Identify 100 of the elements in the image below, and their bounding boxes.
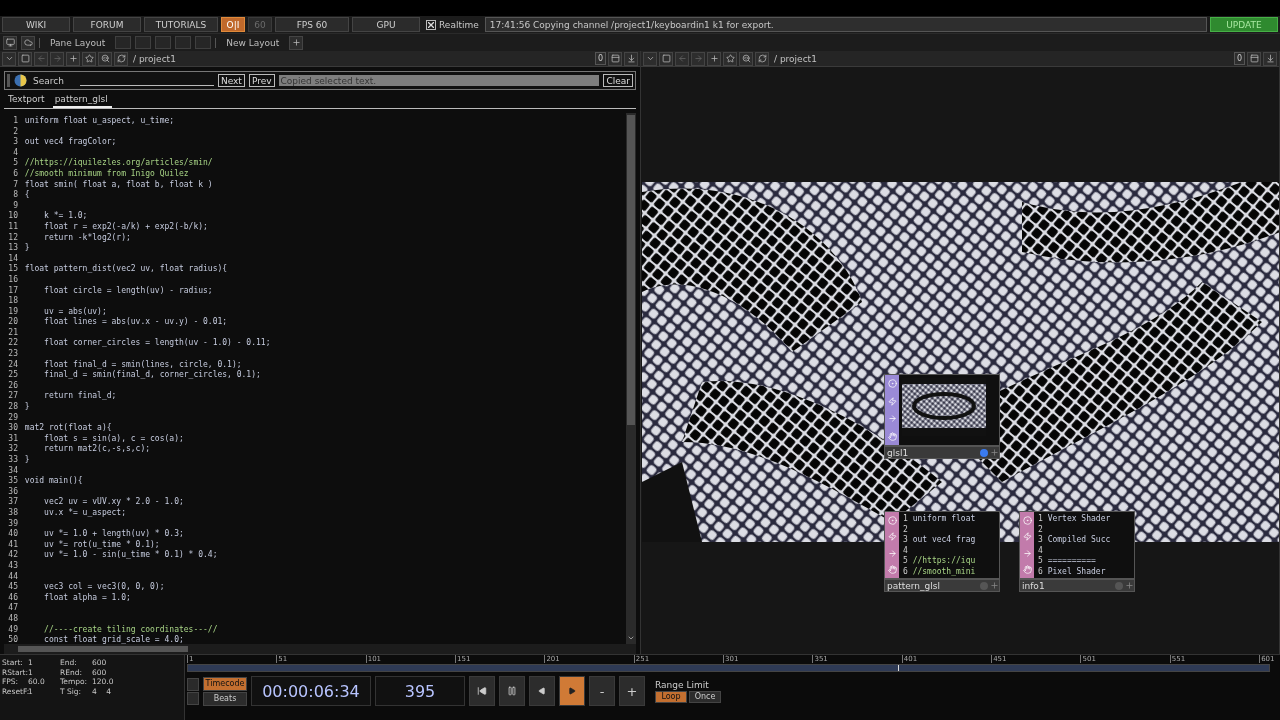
prev-button[interactable]: Prev xyxy=(248,74,275,87)
minus-button[interactable]: - xyxy=(589,676,615,706)
node-flag-icon[interactable] xyxy=(1022,565,1032,575)
counter: 0 xyxy=(595,52,606,65)
clear-button[interactable]: Clear xyxy=(603,74,633,87)
plus-icon[interactable] xyxy=(66,51,80,66)
menu-button[interactable]: TUTORIALS xyxy=(144,17,218,32)
node-flag-icon[interactable] xyxy=(887,532,897,542)
viewer-dot-icon[interactable] xyxy=(980,448,988,457)
refresh-icon[interactable] xyxy=(755,51,769,66)
horizontal-scrollbar[interactable] xyxy=(4,644,636,654)
mode-button[interactable]: Beats xyxy=(203,691,247,706)
node-flag-icon[interactable] xyxy=(887,396,897,406)
line-number: 23 xyxy=(7,349,19,360)
node-flag-icon[interactable] xyxy=(887,515,897,525)
line-number: 40 xyxy=(7,529,19,540)
code-line: float lines = abs(uv.x - uv.y) - 0.01; xyxy=(43,317,228,328)
node-flag-icon[interactable] xyxy=(887,414,897,424)
line-number: 5 xyxy=(12,158,19,169)
pause-button[interactable] xyxy=(499,676,525,706)
plus-icon[interactable] xyxy=(1125,581,1134,590)
stop-icon[interactable] xyxy=(659,51,673,66)
window-icon[interactable] xyxy=(3,35,17,50)
panel-icon[interactable] xyxy=(1247,51,1261,66)
search-icon[interactable] xyxy=(739,51,753,66)
line-number: 14 xyxy=(7,253,19,264)
skip-start-button[interactable] xyxy=(469,676,495,706)
refresh-icon[interactable] xyxy=(114,51,128,66)
node-text: Pixel Shader xyxy=(1046,566,1106,576)
code-line: float smin( float a, float b, float k ) xyxy=(23,179,213,190)
code-line: uniform float u_aspect, u_time; xyxy=(23,116,175,127)
code-line: float s = sin(a), c = cos(a); xyxy=(43,433,184,444)
menu-button[interactable]: GPU xyxy=(352,17,420,32)
node-flag-icon[interactable] xyxy=(1022,548,1032,558)
play-button[interactable] xyxy=(559,676,585,706)
realtime-checkbox[interactable] xyxy=(426,19,436,30)
left-triangle-icon xyxy=(538,687,546,695)
menu-button[interactable]: FPS 60 xyxy=(275,17,349,32)
node-text: //https://iqu xyxy=(911,556,976,565)
mini-button[interactable] xyxy=(187,691,199,705)
line-number: 21 xyxy=(7,327,19,338)
range-button[interactable]: Once xyxy=(689,690,721,703)
status-message: 17:41:56 Copying channel /project1/keyboardin1 k1 for export. xyxy=(484,17,1207,32)
toggle-button[interactable]: O|I xyxy=(221,17,245,32)
star-icon[interactable] xyxy=(82,51,96,66)
next-button[interactable]: Next xyxy=(217,74,245,87)
operator-node[interactable]: 1 Vertex Shader 2 3 Compiled Succ 4 5 ========== 6 Pixel Shader xyxy=(1019,511,1135,579)
plus-icon[interactable] xyxy=(707,51,721,66)
stop-icon[interactable] xyxy=(18,51,32,66)
star-icon[interactable] xyxy=(723,51,737,66)
line-number: 6 xyxy=(903,566,908,576)
node-flag-icon[interactable] xyxy=(1022,515,1032,525)
search-icon[interactable] xyxy=(98,51,112,66)
timeline-track[interactable] xyxy=(187,664,1270,672)
dropdown-icon[interactable] xyxy=(643,51,657,66)
cloud-icon[interactable] xyxy=(21,35,35,50)
layout-option[interactable] xyxy=(135,36,152,49)
scrollbar[interactable] xyxy=(626,113,636,644)
menu-button[interactable]: FORUM xyxy=(73,17,141,32)
node-flag-icon[interactable] xyxy=(887,565,897,575)
line-number: 28 xyxy=(7,402,19,413)
code-line: uv = abs(uv); xyxy=(43,306,107,317)
tab[interactable]: pattern_glsl xyxy=(52,94,112,108)
line-number: 9 xyxy=(12,200,19,211)
line-number: 6 xyxy=(12,168,19,180)
operator-node[interactable] xyxy=(884,374,1000,446)
tab[interactable]: Textport xyxy=(6,94,49,108)
line-number: 5 xyxy=(1038,556,1043,565)
scroll-down-icon[interactable] xyxy=(627,634,635,642)
line-number: 4 xyxy=(903,545,908,555)
line-number: 24 xyxy=(7,359,19,370)
range-button[interactable]: Loop xyxy=(655,690,687,703)
code-line: out vec4 fragColor; xyxy=(23,137,117,148)
line-number: 48 xyxy=(7,613,19,625)
line-number: 22 xyxy=(7,338,19,349)
mini-button[interactable] xyxy=(187,677,199,691)
line-number: 10 xyxy=(7,211,19,222)
panel-icon[interactable] xyxy=(608,51,622,66)
menu-button[interactable]: WIKI xyxy=(2,17,70,32)
mode-button[interactable]: Timecode xyxy=(203,676,247,691)
back-icon[interactable] xyxy=(34,51,48,66)
node-flag-icon[interactable] xyxy=(887,431,897,441)
layout-option[interactable] xyxy=(175,36,192,49)
plus-button[interactable]: + xyxy=(619,676,645,706)
operator-node[interactable]: 1 uniform float 2 3 out vec4 frag 4 5 //https://iqu 6 //smooth_mini xyxy=(884,511,1000,579)
plus-icon[interactable] xyxy=(289,35,304,50)
line-number: 42 xyxy=(7,550,19,561)
node-flag-icon[interactable] xyxy=(887,379,897,389)
step-back-button[interactable] xyxy=(529,676,555,706)
layout-option[interactable] xyxy=(155,36,172,49)
code-comment: //https://iquilezles.org/articles/smin/ xyxy=(23,158,213,169)
viewer-dot-icon[interactable] xyxy=(1115,581,1123,590)
node-flag-icon[interactable] xyxy=(1022,532,1032,542)
back-icon[interactable] xyxy=(675,51,689,66)
node-flag-icon[interactable] xyxy=(887,548,897,558)
plus-icon[interactable] xyxy=(990,448,999,457)
layout-option[interactable] xyxy=(195,36,212,49)
plus-icon[interactable] xyxy=(990,581,999,590)
dropdown-icon[interactable] xyxy=(2,51,16,66)
viewer-dot-icon[interactable] xyxy=(980,581,988,590)
